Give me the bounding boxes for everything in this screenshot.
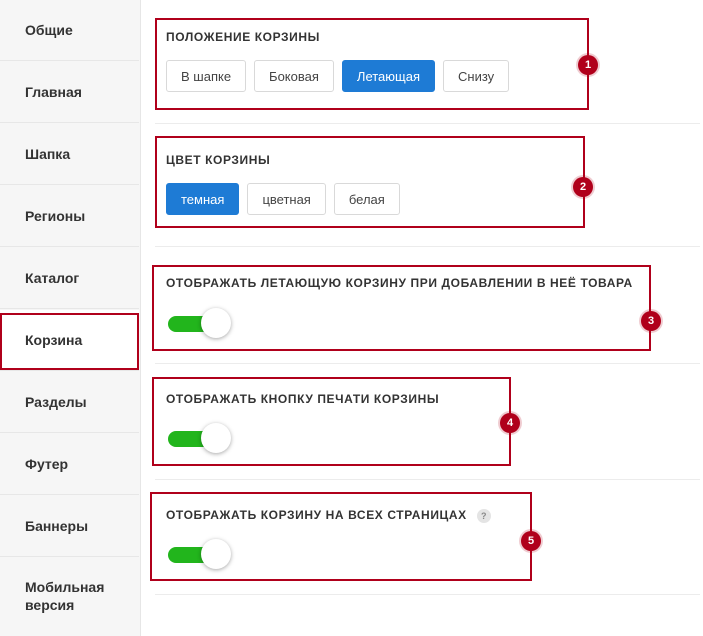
option-side[interactable]: Боковая (254, 60, 334, 92)
sidebar-item-label: Баннеры (25, 518, 89, 534)
sidebar-item-label: Каталог (25, 270, 80, 286)
sidebar-item-header[interactable]: Шапка (0, 124, 139, 185)
section-show-all-pages (155, 480, 700, 595)
marker-badge-5: 5 (521, 531, 541, 551)
marker-badge-4: 4 (500, 413, 520, 433)
section-title-text: ОТОБРАЖАТЬ КОРЗИНУ НА ВСЕХ СТРАНИЦАХ (166, 508, 467, 522)
sidebar-item-catalog[interactable]: Каталог (0, 248, 139, 309)
sidebar-item-banners[interactable]: Баннеры (0, 496, 139, 557)
show-flying-toggle[interactable] (168, 308, 231, 340)
sidebar-item-label: Корзина (25, 332, 83, 348)
sidebar-item-general[interactable]: Общие (0, 0, 139, 61)
sidebar-item-label-line1: Мобильная (25, 579, 105, 595)
section-show-flying (155, 247, 700, 364)
section-show-print (155, 364, 700, 480)
toggle-knob (201, 308, 231, 338)
marker-badge-3: 3 (641, 311, 661, 331)
sidebar-item-label: Регионы (25, 208, 86, 224)
sidebar-item-label: Мобильная версия (25, 578, 104, 614)
sidebar-item-label: Главная (25, 84, 82, 100)
sidebar-item-label: Разделы (25, 394, 87, 410)
show-print-toggle[interactable] (168, 423, 231, 455)
sidebar-item-label: Шапка (25, 146, 71, 162)
sidebar-item-main[interactable]: Главная (0, 62, 139, 123)
sidebar-item-label: Общие (25, 22, 73, 38)
toggle-knob (201, 423, 231, 453)
section-title: ЦВЕТ КОРЗИНЫ (166, 153, 271, 167)
basket-position-options: В шапке Боковая Летающая Снизу (166, 60, 510, 92)
option-white[interactable]: белая (333, 183, 400, 215)
option-flying[interactable]: Летающая (341, 60, 435, 92)
sidebar-item-sections[interactable]: Разделы (0, 372, 139, 433)
show-all-pages-toggle[interactable] (168, 539, 231, 571)
toggle-knob (201, 539, 231, 569)
marker-badge-2: 2 (573, 177, 593, 197)
sidebar-item-basket[interactable]: Корзина (0, 310, 139, 371)
marker-badge-1: 1 (578, 55, 598, 75)
sidebar-item-label-line2: версия (25, 597, 75, 613)
section-title: ОТОБРАЖАТЬ КНОПКУ ПЕЧАТИ КОРЗИНЫ (166, 392, 440, 406)
sidebar-item-label: Футер (25, 456, 69, 472)
option-in-header[interactable]: В шапке (166, 60, 247, 92)
help-icon[interactable]: ? (476, 508, 491, 523)
section-title: ОТОБРАЖАТЬ КОРЗИНУ НА ВСЕХ СТРАНИЦАХ? (166, 508, 491, 523)
option-colored[interactable]: цветная (247, 183, 326, 215)
section-title: ПОЛОЖЕНИЕ КОРЗИНЫ (166, 30, 320, 44)
settings-sidebar: Общие Главная Шапка Регионы Каталог Корз… (0, 0, 141, 636)
option-dark[interactable]: темная (166, 183, 240, 215)
sidebar-item-mobile[interactable]: Мобильная версия (0, 558, 139, 634)
sidebar-item-footer[interactable]: Футер (0, 434, 139, 495)
basket-color-options: темная цветная белая (166, 183, 400, 215)
sidebar-item-regions[interactable]: Регионы (0, 186, 139, 247)
section-title: ОТОБРАЖАТЬ ЛЕТАЮЩУЮ КОРЗИНУ ПРИ ДОБАВЛЕН… (166, 276, 633, 290)
option-bottom[interactable]: Снизу (443, 60, 510, 92)
